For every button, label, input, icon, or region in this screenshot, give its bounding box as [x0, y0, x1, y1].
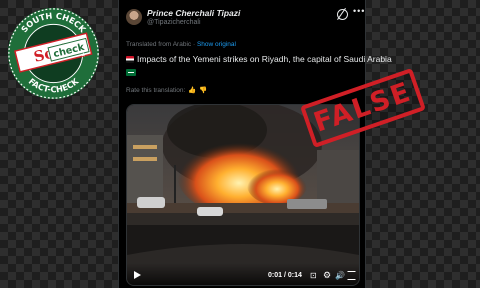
thumbs-down-icon[interactable]: 👎	[199, 86, 207, 94]
thumbs-up-icon[interactable]: 👍	[188, 86, 196, 94]
svg-text:★: ★	[81, 51, 86, 58]
rate-translation-label: Rate this translation:	[126, 87, 186, 94]
fullscreen-icon[interactable]	[347, 271, 356, 280]
settings-icon[interactable]: ⚙	[323, 270, 331, 281]
translation-note: Translated from Arabic · Show original	[126, 41, 236, 48]
video-time: 0:01 / 0:14	[268, 272, 302, 279]
author-name[interactable]: Prince Cherchali Tipazi	[147, 8, 240, 18]
soch-check-logo: SOUTH CHECK FACT-CHECK Soch check ★ ★	[7, 7, 100, 100]
rate-translation: Rate this translation: 👍 👎	[126, 86, 207, 94]
author-handle[interactable]: @Tipazicherchali	[147, 19, 201, 26]
play-icon[interactable]	[134, 271, 141, 279]
more-icon[interactable]: •••	[353, 6, 365, 16]
avatar[interactable]	[126, 9, 142, 25]
volume-icon[interactable]: 🔊	[335, 271, 345, 280]
captions-icon[interactable]: ⊡	[310, 271, 317, 280]
post-text-content: Impacts of the Yemeni strikes on Riyadh,…	[137, 54, 392, 64]
svg-text:★: ★	[22, 51, 27, 58]
video-controls: 0:01 / 0:14 ⊡ ⚙ 🔊	[127, 263, 359, 285]
show-original-link[interactable]: Show original	[197, 41, 236, 48]
saudi-flag-icon	[126, 69, 136, 76]
background-right	[364, 0, 480, 288]
tweet-card: Prince Cherchali Tipazi @Tipazicherchali…	[118, 0, 392, 288]
yemen-flag-icon	[126, 56, 134, 63]
grok-icon[interactable]	[337, 9, 348, 20]
translated-from-label: Translated from Arabic ·	[126, 41, 197, 48]
post-text: Impacts of the Yemeni strikes on Riyadh,…	[126, 54, 392, 64]
